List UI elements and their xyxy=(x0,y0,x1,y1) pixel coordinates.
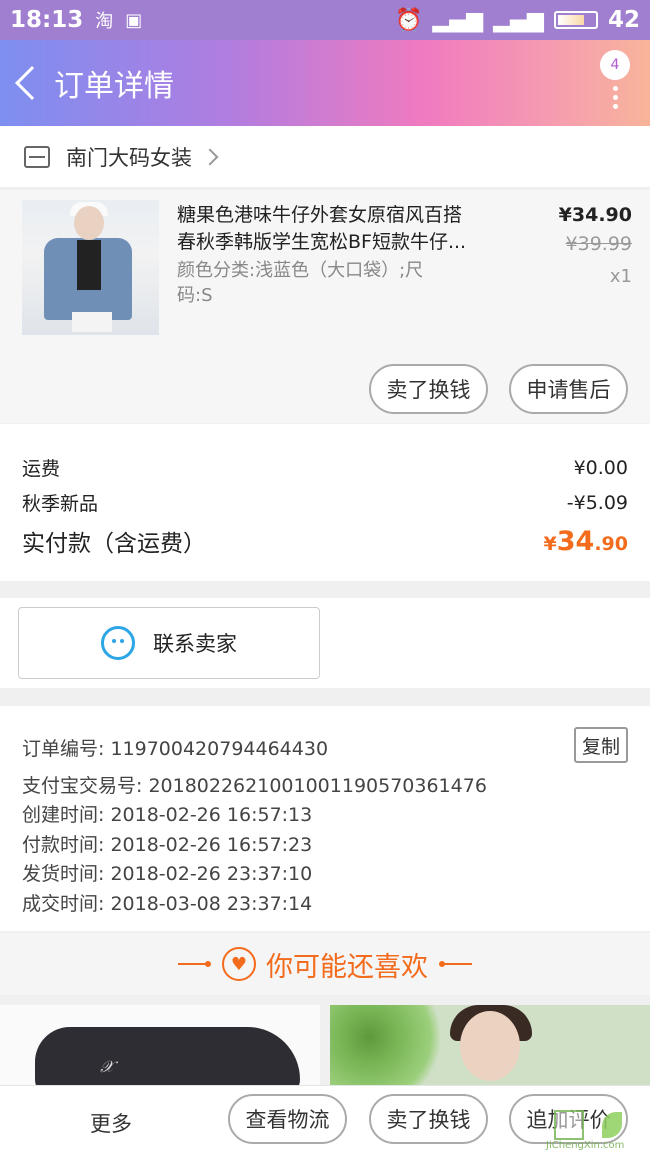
recommend-grid: 𝒳 xyxy=(0,995,650,1085)
shipping-row: 运费 ¥0.00 xyxy=(22,454,628,481)
wangwang-chat-icon xyxy=(101,626,135,660)
order-info: 订单编号: 119700420794464430 复制 支付宝交易号: 2018… xyxy=(0,706,650,931)
product-spec: 颜色分类:浅蓝色（大口袋）;尺 码:S xyxy=(177,258,487,308)
total-label: 实付款（含运费） xyxy=(22,531,206,557)
completed-time: 成交时间: 2018-03-08 23:37:14 xyxy=(22,893,313,915)
signal-icon-2: ▂▄▆ xyxy=(493,7,544,33)
battery-icon xyxy=(553,11,598,29)
product-card[interactable]: 糖果色港味牛仔外套女原宿风百搭 春秋季韩版学生宽松BF短款牛仔... 颜色分类:… xyxy=(0,190,650,423)
taobao-notification-icon: 淘 xyxy=(95,11,114,32)
recommend-header: ♥ 你可能还喜欢 xyxy=(0,933,650,995)
copy-button[interactable]: 复制 xyxy=(574,727,628,763)
shipping-label: 运费 xyxy=(22,458,61,480)
after-sale-button[interactable]: 申请售后 xyxy=(509,364,628,414)
more-button[interactable]: 更多 xyxy=(90,1108,132,1138)
recommend-title: 你可能还喜欢 xyxy=(266,951,428,983)
discount-label: 秋季新品 xyxy=(22,493,99,515)
bottom-action-bar: 更多 查看物流 卖了换钱 追加评价 JiChengXin.com xyxy=(0,1085,650,1155)
page-title: 订单详情 xyxy=(54,69,174,104)
leaves-image xyxy=(330,1005,460,1085)
watermark-leaf-icon xyxy=(602,1112,622,1138)
more-dots-icon xyxy=(613,86,618,113)
product-spec-line2: 码:S xyxy=(177,285,213,306)
total-row: 实付款（含运费） ¥34.90 xyxy=(22,524,628,558)
watermark-text: JiChengXin.com xyxy=(546,1140,625,1151)
heart-icon: ♥ xyxy=(222,947,256,981)
created-time: 创建时间: 2018-02-26 16:57:13 xyxy=(22,804,313,826)
hair-dryer-image xyxy=(35,1027,300,1085)
product-quantity: x1 xyxy=(609,266,632,287)
product-title: 糖果色港味牛仔外套女原宿风百搭 春秋季韩版学生宽松BF短款牛仔... xyxy=(177,202,517,256)
product-spec-line1: 颜色分类:浅蓝色（大口袋）;尺 xyxy=(177,260,424,281)
divider-right xyxy=(439,961,472,967)
status-bar: 18:13 淘 ▣ ⏰ ▂▄▆ ▂▄▆ 42 xyxy=(0,0,650,40)
battery-level: 42 xyxy=(607,7,640,33)
chevron-right-icon xyxy=(201,148,219,165)
site-watermark: JiChengXin.com xyxy=(532,1110,642,1151)
product-image[interactable] xyxy=(22,200,159,335)
image-notification-icon: ▣ xyxy=(125,9,143,31)
logistics-button[interactable]: 查看物流 xyxy=(228,1094,347,1144)
discount-value: -¥5.09 xyxy=(566,491,628,514)
recommend-item[interactable]: 𝒳 xyxy=(0,1005,320,1085)
back-icon[interactable] xyxy=(15,66,49,100)
recommend-item[interactable] xyxy=(330,1005,650,1085)
alarm-icon: ⏰ xyxy=(395,7,423,33)
contact-area: 联系卖家 xyxy=(0,598,650,688)
contact-seller-label: 联系卖家 xyxy=(153,632,237,656)
product-original-price: ¥39.99 xyxy=(565,233,632,255)
store-icon xyxy=(24,145,50,168)
product-price: ¥34.90 xyxy=(558,204,632,226)
more-menu-button[interactable]: 4 xyxy=(594,50,630,110)
product-logo-mark: 𝒳 xyxy=(100,1057,114,1076)
total-price: ¥34.90 xyxy=(543,525,628,557)
resell-bottom-button[interactable]: 卖了换钱 xyxy=(369,1094,488,1144)
cost-summary: 运费 ¥0.00 秋季新品 -¥5.09 实付款（含运费） ¥34.90 xyxy=(0,424,650,581)
order-number: 订单编号: 119700420794464430 xyxy=(22,738,329,760)
shop-name: 南门大码女装 xyxy=(66,145,192,170)
shipped-time: 发货时间: 2018-02-26 23:37:10 xyxy=(22,863,313,885)
contact-seller-button[interactable]: 联系卖家 xyxy=(18,607,320,679)
model-photo xyxy=(460,1011,520,1081)
status-time: 18:13 xyxy=(10,7,84,33)
watermark-logo-icon xyxy=(554,1110,584,1140)
notification-badge: 4 xyxy=(600,50,630,80)
shipping-value: ¥0.00 xyxy=(573,456,628,479)
alipay-trade-number: 支付宝交易号: 2018022621001001190570361476 xyxy=(22,775,487,797)
header: 订单详情 4 xyxy=(0,40,650,126)
divider-left xyxy=(178,961,211,967)
product-title-line2: 春秋季韩版学生宽松BF短款牛仔... xyxy=(177,231,467,253)
status-right: ⏰ ▂▄▆ ▂▄▆ 42 xyxy=(395,7,640,33)
signal-icon: ▂▄▆ xyxy=(432,7,484,33)
resell-button[interactable]: 卖了换钱 xyxy=(369,364,488,414)
discount-row: 秋季新品 -¥5.09 xyxy=(22,489,628,516)
product-title-line1: 糖果色港味牛仔外套女原宿风百搭 xyxy=(177,204,463,226)
shop-row[interactable]: 南门大码女装 xyxy=(0,126,650,188)
paid-time: 付款时间: 2018-02-26 16:57:23 xyxy=(22,834,313,856)
